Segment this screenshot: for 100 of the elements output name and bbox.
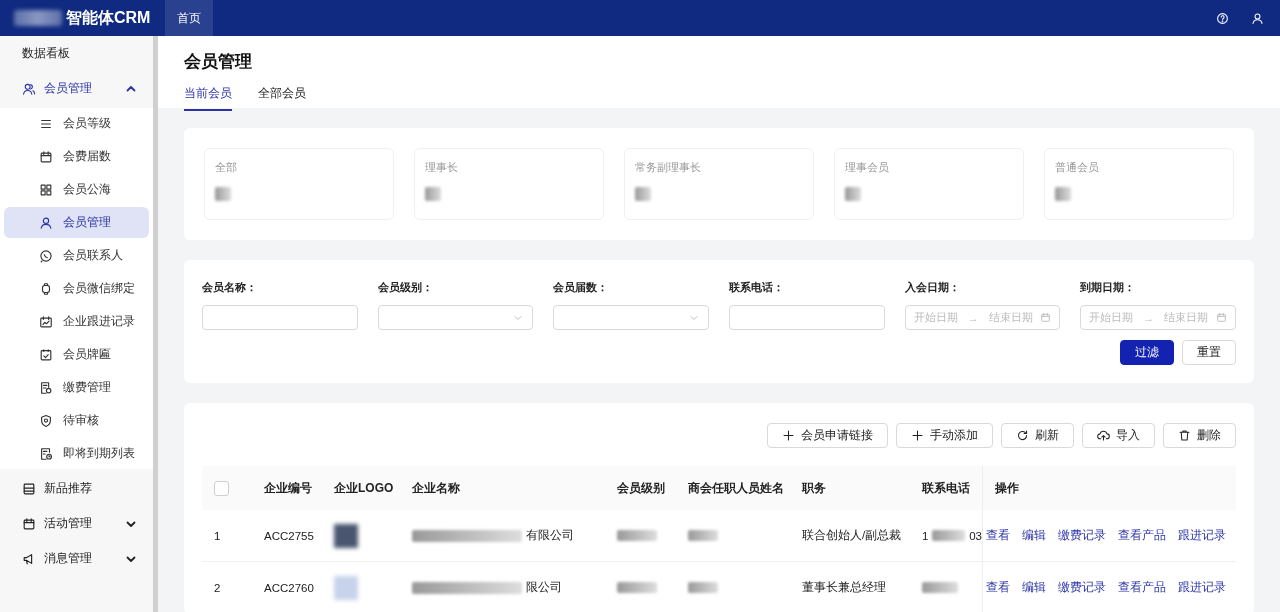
sidebar-subitem[interactable]: 会员管理 <box>4 207 149 238</box>
blurred-value <box>215 187 231 201</box>
action-link[interactable]: 查看产品 <box>1118 528 1166 543</box>
sidebar-subitem[interactable]: 待审核 <box>4 405 149 436</box>
stat-label: 理事长 <box>425 160 459 175</box>
sidebar-subitem[interactable]: 会费届数 <box>4 141 149 172</box>
column-header: 企业名称 <box>411 479 461 497</box>
sidebar-subitem[interactable]: 会员微信绑定 <box>4 273 149 304</box>
stat-label: 普通会员 <box>1055 160 1100 175</box>
blurred-text <box>688 530 718 541</box>
app-logo-text: 智能体CRM <box>66 7 151 28</box>
action-link[interactable]: 跟进记录 <box>1178 580 1226 595</box>
column-header: 企业LOGO <box>333 479 395 497</box>
sidebar-subitem[interactable]: 缴费管理 <box>4 372 149 403</box>
column-header: 职务 <box>800 479 827 497</box>
sidebar-subitem[interactable]: 企业跟进记录 <box>4 306 149 337</box>
box-icon <box>22 481 36 496</box>
page-tab[interactable]: 当前会员 <box>184 85 232 111</box>
table-cell: 1 <box>922 529 929 542</box>
help-icon <box>1216 11 1229 25</box>
select-field[interactable] <box>377 305 534 330</box>
plus-icon <box>911 429 924 442</box>
action-link[interactable]: 缴费记录 <box>1058 580 1106 595</box>
document-clock-icon <box>39 446 53 461</box>
sidebar-subitem[interactable]: 会员公海 <box>4 174 149 205</box>
sidebar-subitem[interactable]: 会员联系人 <box>4 240 149 271</box>
sidebar-item[interactable]: 会员管理 <box>0 71 153 106</box>
blurred-value <box>635 187 651 201</box>
toolbar-button[interactable]: 删除 <box>1163 423 1236 448</box>
sidebar-subitem[interactable]: 会员牌匾 <box>4 339 149 370</box>
blurred-text <box>617 582 657 593</box>
toolbar-button[interactable]: 导入 <box>1082 423 1155 448</box>
calendar-icon <box>22 516 36 531</box>
column-header: 联系电话 <box>920 479 971 497</box>
column-header: 商会任职人员姓名 <box>687 479 785 497</box>
text-field[interactable] <box>202 305 358 330</box>
calendar-icon <box>1216 312 1227 323</box>
stat-label: 常务副理事长 <box>635 160 702 175</box>
table-cell-text: ACC2760 <box>263 581 315 594</box>
row-number: 2 <box>213 581 222 594</box>
calendar-check-icon <box>39 347 53 362</box>
sidebar-item[interactable]: 消息管理 <box>0 541 153 576</box>
action-link[interactable]: 查看产品 <box>1118 580 1166 595</box>
table-cell-text: 董事长兼总经理 <box>801 580 887 595</box>
sidebar-subitem[interactable]: 即将到期列表 <box>4 438 149 469</box>
plus-icon <box>782 429 795 442</box>
blurred-value <box>425 187 441 201</box>
select-field[interactable] <box>553 305 709 330</box>
table-cell-text: 联合创始人/副总裁 <box>801 528 903 543</box>
header-tab[interactable]: 首页 <box>165 0 213 36</box>
filter-label: 联系电话： <box>729 280 785 295</box>
calendar-icon <box>39 149 53 164</box>
blurred-logo <box>14 10 62 26</box>
blurred-text <box>617 530 657 541</box>
table-cell: 03 <box>969 529 982 542</box>
action-link[interactable]: 跟进记录 <box>1178 528 1226 543</box>
user-icon <box>1251 11 1264 25</box>
action-link[interactable]: 编辑 <box>1022 580 1046 595</box>
action-link[interactable]: 查看 <box>986 528 1010 543</box>
table-cell-text: ACC2755 <box>263 529 315 542</box>
toolbar-button[interactable]: 手动添加 <box>896 423 993 448</box>
refresh-icon <box>1016 429 1029 442</box>
calendar-icon <box>1040 312 1052 323</box>
page-title: 会员管理 <box>184 51 253 73</box>
blurred-value <box>1055 187 1071 201</box>
page-tab[interactable]: 全部会员 <box>258 85 306 111</box>
cloud-upload-icon <box>1097 429 1110 442</box>
stat-label: 理事会员 <box>845 160 890 175</box>
logo-thumbnail <box>334 575 358 600</box>
action-link[interactable]: 查看 <box>986 580 1010 595</box>
sidebar-subitem[interactable]: 会员等级 <box>4 108 149 139</box>
text-field[interactable] <box>729 305 885 330</box>
column-header: 企业编号 <box>263 479 313 497</box>
watch-icon <box>39 281 53 296</box>
sidebar-item[interactable]: 新品推荐 <box>0 471 153 506</box>
blurred-text <box>688 582 718 593</box>
chat-icon <box>39 248 53 263</box>
column-header: 操作 <box>982 466 1236 510</box>
toolbar-button[interactable]: 会员申请链接 <box>767 423 888 448</box>
action-link[interactable]: 缴费记录 <box>1058 528 1106 543</box>
trash-icon <box>1178 429 1191 442</box>
blurred-text <box>922 582 958 593</box>
sidebar-item[interactable]: 活动管理 <box>0 506 153 541</box>
logo-thumbnail <box>334 523 358 548</box>
checkbox[interactable] <box>214 480 229 496</box>
table-cell: 有限公司 <box>526 528 574 543</box>
filter-label: 会员届数： <box>553 280 610 295</box>
toolbar-button[interactable]: 刷新 <box>1001 423 1074 448</box>
filter-label: 到期日期： <box>1080 280 1137 295</box>
blurred-text <box>932 530 966 541</box>
sidebar-item[interactable]: 数据看板 <box>0 36 153 71</box>
action-link[interactable]: 编辑 <box>1022 528 1046 543</box>
document-icon <box>39 380 53 395</box>
blurred-value <box>845 187 861 201</box>
stat-label: 全部 <box>215 160 238 175</box>
table-cell: 限公司 <box>526 580 562 595</box>
calendar-chart-icon <box>39 314 53 329</box>
filter-label: 会员名称： <box>202 280 258 295</box>
filter-button[interactable]: 过滤 <box>1120 340 1174 365</box>
reset-button[interactable]: 重置 <box>1182 340 1236 365</box>
